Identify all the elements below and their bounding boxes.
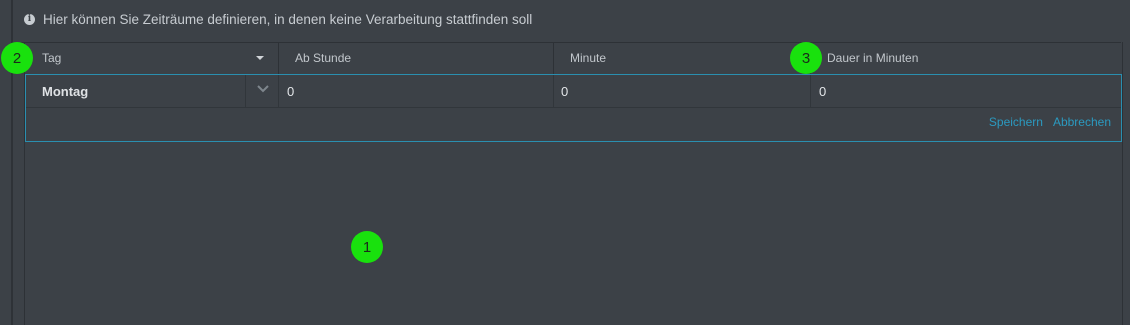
save-link[interactable]: Speichern [989, 115, 1043, 129]
edit-row: Montag 0 0 0 Speichern Abbrechen [25, 74, 1122, 142]
sort-caret-icon[interactable] [256, 56, 264, 60]
column-header-dauer[interactable]: Dauer in Minuten [827, 42, 918, 74]
duration-input[interactable]: 0 [819, 75, 826, 107]
field-divider [553, 75, 554, 107]
marker-badge-3: 3 [790, 42, 822, 74]
minute-input[interactable]: 0 [561, 75, 568, 107]
grid-header: Tag Ab Stunde Minute Dauer in Minuten [25, 42, 1122, 75]
field-divider [810, 75, 811, 107]
column-header-minute[interactable]: Minute [570, 42, 606, 74]
info-icon: i [24, 13, 35, 25]
edit-row-fields: Montag 0 0 0 [26, 75, 1121, 108]
column-divider [553, 42, 554, 74]
field-divider [278, 75, 279, 107]
marker-badge-2: 2 [1, 42, 33, 74]
column-divider [278, 42, 279, 74]
info-text: Hier können Sie Zeiträume definieren, in… [43, 11, 533, 27]
marker-badge-1: 1 [351, 231, 383, 263]
cancel-link[interactable]: Abbrechen [1053, 115, 1111, 129]
column-header-tag[interactable]: Tag [42, 42, 61, 74]
info-bar: i Hier können Sie Zeiträume definieren, … [24, 8, 532, 30]
column-header-ab-stunde[interactable]: Ab Stunde [295, 42, 351, 74]
row-actions: Speichern Abbrechen [979, 115, 1111, 129]
field-divider [245, 75, 246, 107]
hour-input[interactable]: 0 [287, 75, 294, 107]
day-select[interactable]: Montag [42, 75, 88, 107]
chevron-down-icon[interactable] [256, 81, 270, 95]
schedule-grid: Tag Ab Stunde Minute Dauer in Minuten Mo… [24, 42, 1123, 325]
